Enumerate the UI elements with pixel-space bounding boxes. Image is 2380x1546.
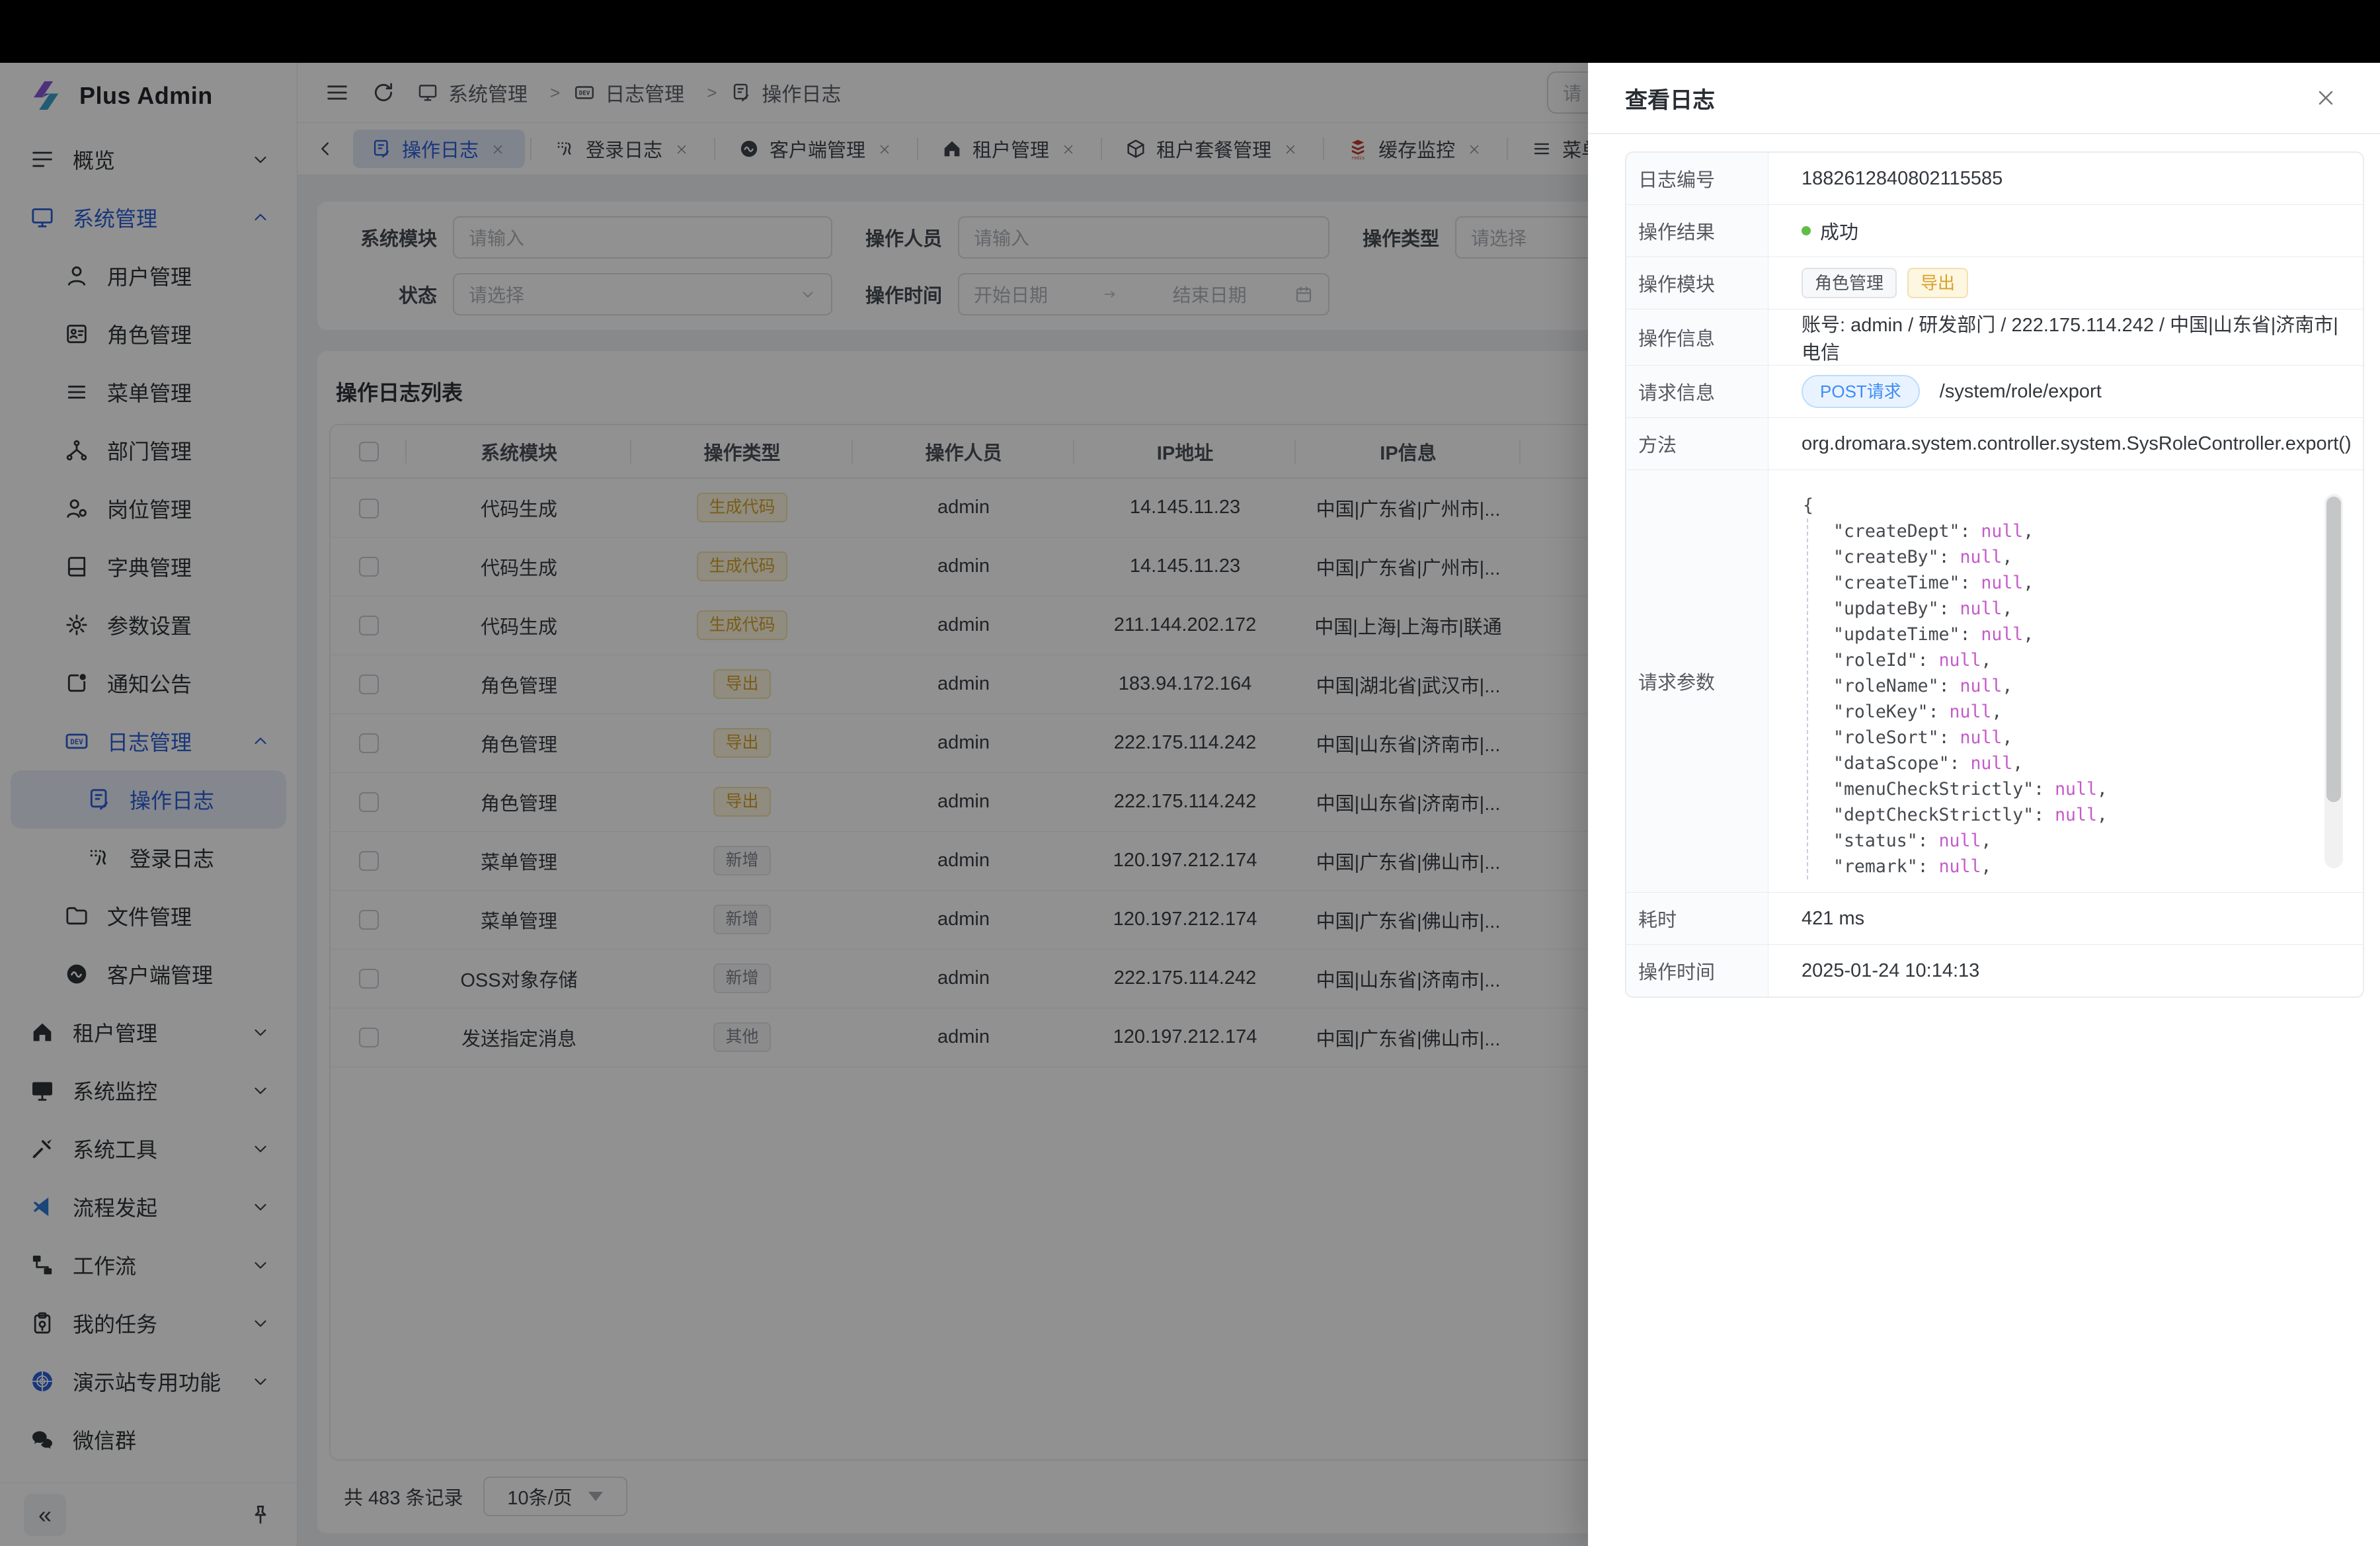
detail-row-request: 请求信息 POST请求 /system/role/export bbox=[1626, 365, 2363, 417]
request-url: /system/role/export bbox=[1940, 381, 2102, 403]
operation-info-value: 账号: admin / 研发部门 / 222.175.114.242 / 中国|… bbox=[1768, 309, 2363, 365]
detail-row-module: 操作模块 角色管理 导出 bbox=[1626, 257, 2363, 309]
code-line: roleId: null bbox=[1833, 647, 2343, 673]
result-value: 成功 bbox=[1820, 217, 1858, 245]
drawer-header: 查看日志 bbox=[1588, 63, 2380, 134]
code-line: createTime: null bbox=[1833, 570, 2343, 596]
view-log-drawer: 查看日志 日志编号 1882612840802115585 操作结果 成功 操作… bbox=[1588, 63, 2380, 1546]
code-lines: createDept: null createBy: null createTi… bbox=[1807, 518, 2343, 879]
post-method-tag: POST请求 bbox=[1802, 375, 1920, 408]
code-line: updateBy: null bbox=[1833, 596, 2343, 622]
code-line: roleName: null bbox=[1833, 673, 2343, 699]
code-open-brace: { bbox=[1802, 493, 2343, 518]
log-detail-table: 日志编号 1882612840802115585 操作结果 成功 操作模块 角色… bbox=[1625, 151, 2364, 998]
window-top-bar bbox=[0, 0, 2380, 63]
code-line: createDept: null bbox=[1833, 518, 2343, 544]
code-line: updateTime: null bbox=[1833, 622, 2343, 647]
drawer-title: 查看日志 bbox=[1625, 82, 1715, 114]
detail-row-result: 操作结果 成功 bbox=[1626, 204, 2363, 257]
detail-row-method: 方法 org.dromara.system.controller.system.… bbox=[1626, 417, 2363, 469]
code-line: createBy: null bbox=[1833, 544, 2343, 570]
code-scrollbar-thumb[interactable] bbox=[2326, 497, 2341, 802]
code-line: dataScope: null bbox=[1833, 751, 2343, 776]
detail-label: 操作信息 bbox=[1626, 309, 1768, 365]
log-id-value: 1882612840802115585 bbox=[1768, 153, 2363, 204]
detail-label: 耗时 bbox=[1626, 893, 1768, 944]
detail-label: 请求信息 bbox=[1626, 366, 1768, 417]
code-line: roleKey: null bbox=[1833, 699, 2343, 725]
code-scrollbar-track bbox=[2324, 494, 2343, 868]
detail-row-info: 操作信息 账号: admin / 研发部门 / 222.175.114.242 … bbox=[1626, 309, 2363, 365]
success-dot bbox=[1802, 226, 1811, 235]
code-line: menuCheckStrictly: null bbox=[1833, 776, 2343, 802]
detail-label: 方法 bbox=[1626, 418, 1768, 469]
drawer-body: 日志编号 1882612840802115585 操作结果 成功 操作模块 角色… bbox=[1588, 134, 2380, 998]
detail-label: 操作结果 bbox=[1626, 205, 1768, 257]
code-line: remark: null bbox=[1833, 854, 2343, 879]
code-line: roleSort: null bbox=[1833, 725, 2343, 751]
module-tag: 角色管理 bbox=[1802, 268, 1897, 298]
detail-label: 操作时间 bbox=[1626, 945, 1768, 997]
detail-row-time: 操作时间 2025-01-24 10:14:13 bbox=[1626, 944, 2363, 997]
action-tag: 导出 bbox=[1907, 268, 1968, 298]
close-icon[interactable] bbox=[2314, 86, 2338, 110]
operation-time-value: 2025-01-24 10:14:13 bbox=[1768, 945, 2363, 997]
code-line: deptCheckStrictly: null bbox=[1833, 802, 2343, 828]
detail-row-params: 请求参数 { createDept: null createBy: null c… bbox=[1626, 469, 2363, 892]
detail-row-duration: 耗时 421 ms bbox=[1626, 892, 2363, 944]
detail-label: 日志编号 bbox=[1626, 153, 1768, 204]
detail-label: 操作模块 bbox=[1626, 257, 1768, 309]
code-line: status: null bbox=[1833, 828, 2343, 854]
detail-label: 请求参数 bbox=[1626, 470, 1768, 892]
duration-value: 421 ms bbox=[1768, 893, 2363, 944]
method-value: org.dromara.system.controller.system.Sys… bbox=[1768, 418, 2364, 469]
detail-row-log-id: 日志编号 1882612840802115585 bbox=[1626, 153, 2363, 204]
request-params-code[interactable]: { createDept: null createBy: null create… bbox=[1768, 470, 2363, 892]
